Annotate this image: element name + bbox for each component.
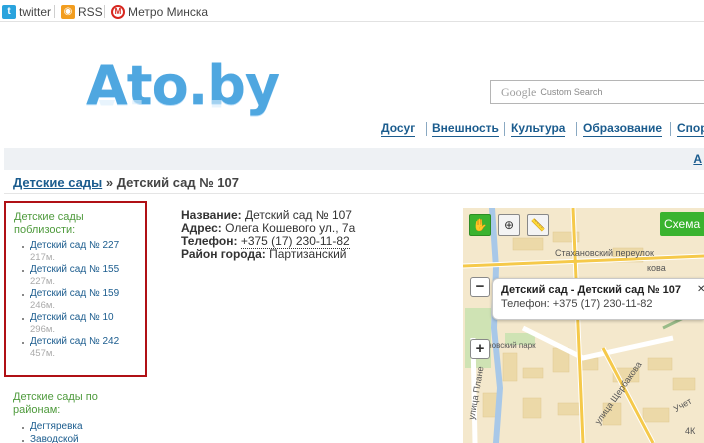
nearby-link[interactable]: Детский сад № 155: [30, 264, 119, 276]
zoom-in-button[interactable]: +: [470, 339, 490, 359]
google-brand: Google: [501, 84, 537, 99]
search-placeholder: Custom Search: [540, 87, 603, 97]
breadcrumb-separator: »: [105, 175, 114, 190]
bullet: [22, 342, 24, 344]
nearby-distance: 217м.: [30, 252, 56, 263]
top-links-bar: t twitter ◉ RSS М Метро Минска: [0, 0, 704, 22]
close-icon[interactable]: ✕: [697, 284, 704, 295]
subnav-strip: А: [4, 148, 704, 170]
twitter-label: twitter: [19, 4, 52, 19]
nearby-link[interactable]: Детский сад № 159: [30, 288, 119, 300]
street-label: Стахановский переулок: [555, 248, 654, 258]
list-item: Детский сад № 227 217м.: [30, 240, 119, 263]
districts-title: Детские сады по районам:: [13, 391, 98, 416]
ruler-icon[interactable]: 📏: [527, 214, 549, 236]
twitter-link[interactable]: t twitter: [2, 4, 51, 19]
logo-reflection: Ato.by: [86, 100, 279, 114]
metro-label: Метро Минска: [128, 4, 209, 19]
district-label: Район города:: [181, 247, 266, 261]
nav-divider: [426, 122, 427, 136]
rss-label: RSS: [78, 4, 103, 19]
address-value: Олега Кошевого ул., 7а: [225, 221, 356, 235]
phone-label: Телефон:: [181, 234, 238, 248]
district-value: Партизанский: [269, 247, 347, 261]
nearby-distance: 227м.: [30, 276, 56, 287]
nearby-distance: 457м.: [30, 348, 56, 359]
map-balloon: Детский сад - Детский сад № 107 Телефон:…: [492, 278, 704, 320]
bullet: [22, 427, 24, 429]
breadcrumb: Детские сады » Детский сад № 107: [13, 175, 239, 190]
divider: [104, 5, 105, 18]
nav-vneshnost[interactable]: Внешность: [432, 121, 499, 137]
name-label: Название:: [181, 208, 242, 222]
rss-link[interactable]: ◉ RSS: [61, 4, 103, 19]
breadcrumb-parent[interactable]: Детские сады: [13, 175, 102, 190]
building-label: 4К: [685, 426, 696, 436]
list-item: Детский сад № 10 296м.: [30, 312, 114, 335]
map[interactable]: Стахановский переулок кова Ароновский па…: [463, 208, 704, 443]
bullet: [22, 294, 24, 296]
rss-icon: ◉: [61, 4, 75, 19]
district-link[interactable]: Дегтяревка: [30, 421, 83, 432]
twitter-icon: t: [2, 4, 16, 19]
breadcrumb-current: Детский сад № 107: [116, 175, 239, 190]
metro-icon: М: [111, 4, 125, 19]
hand-tool-icon[interactable]: ✋: [469, 214, 491, 236]
street-label: кова: [647, 263, 666, 273]
bullet: [22, 270, 24, 272]
map-tiles: [463, 208, 704, 443]
kindergarten-details: Название: Детский сад № 107 Адрес: Олега…: [181, 209, 355, 261]
search-input[interactable]: Google Custom Search: [490, 80, 704, 104]
schema-button[interactable]: Схема: [660, 212, 704, 236]
nearby-distance: 296м.: [30, 324, 56, 335]
nav-kultura[interactable]: Культура: [511, 121, 566, 137]
zoom-area-icon[interactable]: ⊕: [498, 214, 520, 236]
nav-divider: [576, 122, 577, 136]
address-label: Адрес:: [181, 221, 222, 235]
bullet: [22, 246, 24, 248]
strip-link[interactable]: А: [693, 152, 702, 166]
nav-sport[interactable]: Спор: [677, 121, 704, 137]
nav-divider: [670, 122, 671, 136]
district-link[interactable]: Заводской: [30, 434, 79, 443]
divider: [54, 5, 55, 18]
list-item: Детский сад № 159 246м.: [30, 288, 119, 311]
name-value: Детский сад № 107: [244, 208, 352, 222]
balloon-phone: Телефон: +375 (17) 230-11-82: [501, 298, 653, 310]
nearby-title: Детские сады поблизости:: [14, 211, 84, 236]
divider: [4, 193, 704, 194]
nav-dosug[interactable]: Досуг: [381, 121, 416, 137]
balloon-title: Детский сад - Детский сад № 107: [501, 284, 681, 296]
nearby-link[interactable]: Детский сад № 10: [30, 312, 114, 324]
bullet: [22, 440, 24, 442]
list-item: Детский сад № 155 227м.: [30, 264, 119, 287]
nav-obrazovanie[interactable]: Образование: [583, 121, 663, 137]
nav-divider: [504, 122, 505, 136]
bullet: [22, 318, 24, 320]
list-item: Детский сад № 242 457м.: [30, 336, 119, 359]
zoom-out-button[interactable]: −: [470, 277, 490, 297]
nearby-link[interactable]: Детский сад № 227: [30, 240, 119, 252]
metro-link[interactable]: М Метро Минска: [111, 4, 208, 19]
nearby-kindergartens-box: Детские сады поблизости: Детский сад № 2…: [4, 201, 147, 377]
nearby-distance: 246м.: [30, 300, 56, 311]
nearby-link[interactable]: Детский сад № 242: [30, 336, 119, 348]
